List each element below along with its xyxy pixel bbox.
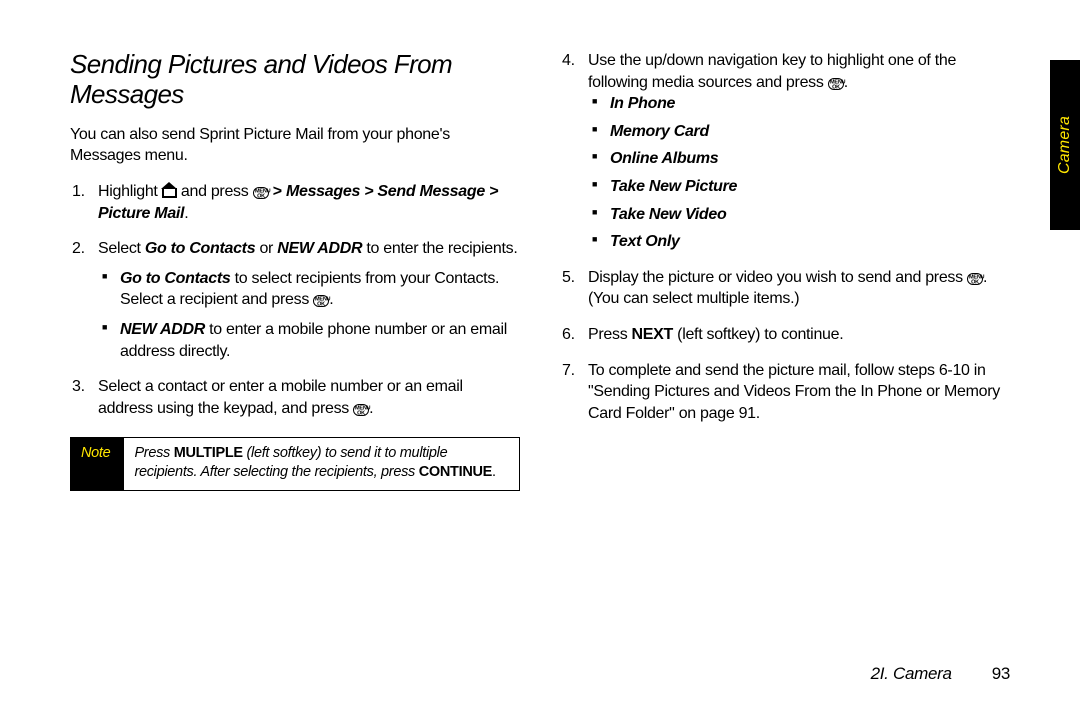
steps-left: Highlight and press > Messages > Send Me…	[70, 181, 520, 419]
note-body: Press MULTIPLE (left softkey) to send it…	[124, 438, 519, 490]
menu-ok-icon	[313, 295, 329, 307]
step-6: Press NEXT (left softkey) to continue.	[582, 324, 1010, 346]
home-icon	[162, 184, 177, 198]
menu-ok-icon	[253, 187, 269, 199]
media-item: Online Albums	[606, 148, 1010, 170]
media-item: Take New Picture	[606, 176, 1010, 198]
media-item: In Phone	[606, 93, 1010, 115]
media-list: In Phone Memory Card Online Albums Take …	[588, 93, 1010, 253]
footer-page-number: 93	[992, 664, 1010, 684]
menu-ok-icon	[967, 273, 983, 285]
column-right: Use the up/down navigation key to highli…	[560, 50, 1010, 491]
step-2: Select Go to Contacts or NEW ADDR to ent…	[92, 238, 520, 362]
intro-paragraph: You can also send Sprint Picture Mail fr…	[70, 124, 520, 167]
step-4: Use the up/down navigation key to highli…	[582, 50, 1010, 253]
page-footer: 2I. Camera 93	[871, 664, 1010, 684]
section-tab: Camera	[1050, 60, 1080, 230]
menu-ok-icon	[828, 78, 844, 90]
step-1: Highlight and press > Messages > Send Me…	[92, 181, 520, 224]
step-3: Select a contact or enter a mobile numbe…	[92, 376, 520, 419]
media-item: Take New Video	[606, 204, 1010, 226]
page-columns: Sending Pictures and Videos From Message…	[70, 50, 1010, 491]
menu-ok-icon	[353, 404, 369, 416]
media-item: Memory Card	[606, 121, 1010, 143]
section-tab-label: Camera	[1056, 116, 1074, 174]
footer-section: 2I. Camera	[871, 664, 952, 684]
note-label: Note	[71, 438, 124, 490]
step-7: To complete and send the picture mail, f…	[582, 360, 1010, 425]
step-5: Display the picture or video you wish to…	[582, 267, 1010, 310]
step-2-sub-goto: Go to Contacts to select recipients from…	[116, 268, 520, 311]
step-2-sub: Go to Contacts to select recipients from…	[98, 268, 520, 362]
note-box: Note Press MULTIPLE (left softkey) to se…	[70, 437, 520, 491]
column-left: Sending Pictures and Videos From Message…	[70, 50, 520, 491]
page-title: Sending Pictures and Videos From Message…	[70, 50, 520, 110]
media-item: Text Only	[606, 231, 1010, 253]
step-2-sub-newaddr: NEW ADDR to enter a mobile phone number …	[116, 319, 520, 362]
steps-right: Use the up/down navigation key to highli…	[560, 50, 1010, 424]
